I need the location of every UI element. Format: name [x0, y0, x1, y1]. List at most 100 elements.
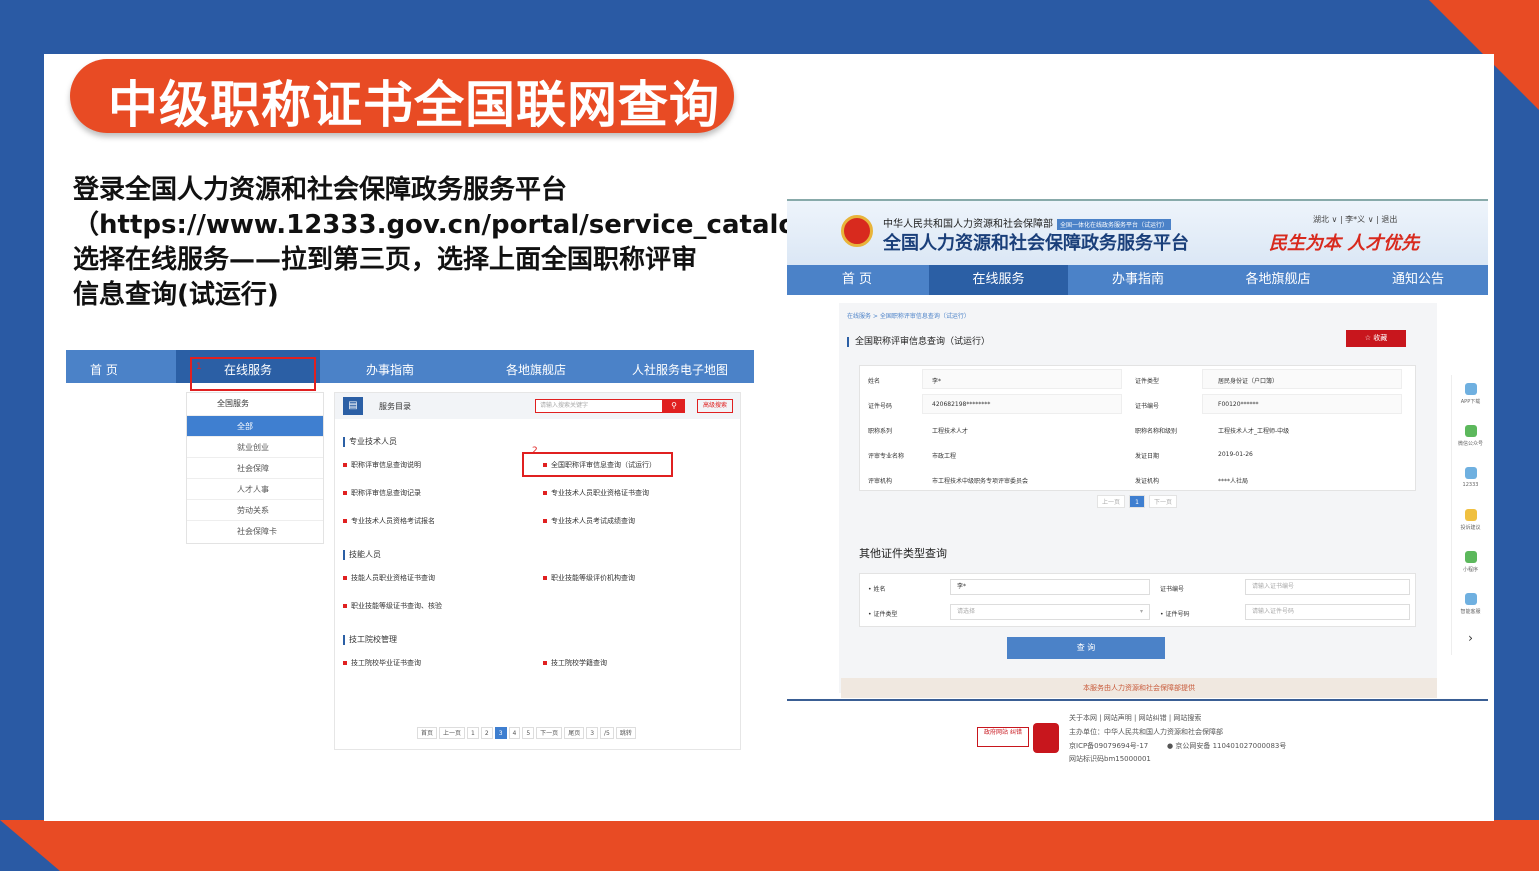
form-label: 证书编号 — [1160, 586, 1185, 593]
footer-icp[interactable]: 京ICP备09079694号-17 — [1069, 741, 1148, 751]
footer-links[interactable]: 关于本网 | 网站声明 | 网站纠错 | 网站搜索 — [1069, 713, 1201, 723]
service-note: 本服务由人力资源和社会保障部提供 — [841, 678, 1437, 698]
phone-icon — [1464, 383, 1477, 395]
breadcrumb[interactable]: 在线服务 > 全国职称评审信息查询（试运行） — [847, 311, 970, 320]
slogan: 民生为本 人才优先 — [1269, 233, 1420, 254]
right-screenshot: 中华人民共和国人力资源和社会保障部 全国一体化在线政务服务平台（试运行） 全国人力… — [787, 199, 1488, 764]
advanced-search-button[interactable]: 高级搜索 — [697, 399, 733, 413]
pager-page-current[interactable]: 3 — [494, 727, 507, 739]
cell-bg — [922, 369, 1122, 389]
wechat-tool[interactable]: 微信公众号 — [1452, 425, 1488, 447]
service-link[interactable]: 技工院校毕业证书查询 — [343, 658, 421, 668]
row-value: F00120****** — [1218, 401, 1259, 408]
query-button[interactable]: 查 询 — [1007, 637, 1165, 659]
service-link[interactable]: 技工院校学籍查询 — [543, 658, 607, 668]
nav-flagship[interactable]: 各地旗舰店 — [1208, 265, 1348, 295]
service-link[interactable]: 专业技术人员考试成绩查询 — [543, 516, 635, 526]
pager-jump-button[interactable]: 跳转 — [615, 727, 636, 739]
result-pager-current[interactable]: 1 — [1129, 495, 1145, 508]
service-link[interactable]: 专业技术人员职业资格证书查询 — [543, 488, 649, 498]
id-type-select[interactable]: 请选择 ▾ — [950, 604, 1150, 620]
cert-number-input[interactable]: 请输入证书编号 — [1245, 579, 1410, 595]
service-link[interactable]: 技能人员职业资格证书查询 — [343, 573, 435, 583]
chevron-right-icon[interactable]: › — [1452, 631, 1488, 645]
right-nav-bar: 首 页 在线服务 办事指南 各地旗舰店 通知公告 — [787, 265, 1488, 295]
favorite-label: 收藏 — [1373, 334, 1388, 342]
row-label: 职称系列 — [868, 428, 893, 435]
marker-1: 1 — [196, 362, 202, 372]
catalog-label: 服务目录 — [379, 402, 411, 411]
pager-last[interactable]: 尾页 — [564, 727, 585, 739]
miniprogram-icon — [1464, 551, 1477, 563]
nav-home[interactable]: 首 页 — [90, 350, 118, 383]
sidebar-item[interactable]: 人才人事 — [187, 478, 323, 499]
police-badge-icon — [1033, 723, 1059, 753]
pager-page[interactable]: 1 — [467, 727, 479, 739]
row-label: 证件号码 — [868, 403, 893, 410]
search-input[interactable]: 请输入搜索关键字 — [535, 399, 663, 413]
nav-home[interactable]: 首 页 — [787, 265, 927, 295]
nav-notice[interactable]: 通知公告 — [1348, 265, 1488, 295]
left-nav-bar: 首 页 在线服务 办事指南 各地旗舰店 人社服务电子地图 — [66, 350, 754, 383]
service-link[interactable]: 职称评审信息查询说明 — [343, 460, 421, 470]
feedback-tool[interactable]: 投诉建议 — [1452, 509, 1488, 531]
form-label: • 姓名 — [868, 586, 886, 593]
left-sidebar: 全国服务 全部 就业创业 社会保障 人才人事 劳动关系 社会保障卡 — [186, 392, 324, 544]
pager-jump-input[interactable]: 3 — [586, 727, 599, 739]
id-number-input[interactable]: 请输入证件号码 — [1245, 604, 1410, 620]
national-emblem-icon — [841, 215, 873, 247]
platform-title: 全国人力资源和社会保障政务服务平台 — [883, 233, 1189, 254]
sidebar-item-all[interactable]: 全部 — [187, 415, 323, 436]
result-pager-prev[interactable]: 上一页 — [1097, 495, 1125, 508]
pager-next[interactable]: 下一页 — [536, 727, 563, 739]
pager-page[interactable]: 5 — [522, 727, 535, 739]
nav-online-service[interactable]: 在线服务 — [929, 265, 1068, 295]
row-value: 工程技术人才_工程师-中级 — [1218, 428, 1290, 435]
name-input[interactable]: 李* — [950, 579, 1150, 595]
tool-label: 12333 — [1462, 482, 1479, 488]
gov-badge[interactable]: 政府网站 纠错 — [977, 727, 1029, 747]
tool-label: 投诉建议 — [1460, 525, 1481, 531]
id-type-placeholder: 请选择 — [957, 608, 976, 615]
pager-total: /5 — [600, 727, 614, 739]
support-tool[interactable]: 智能客服 — [1452, 593, 1488, 615]
sidebar-item[interactable]: 社会保障卡 — [187, 520, 323, 541]
site-footer: 政府网站 纠错 关于本网 | 网站声明 | 网站纠错 | 网站搜索 主办单位：中… — [787, 699, 1488, 764]
search-icon[interactable]: ⚲ — [663, 399, 685, 413]
nav-map[interactable]: 人社服务电子地图 — [632, 350, 728, 383]
pager-page[interactable]: 2 — [480, 727, 493, 739]
pager-page[interactable]: 4 — [508, 727, 521, 739]
favorite-button[interactable]: ☆ 收藏 — [1346, 330, 1406, 347]
pager-prev[interactable]: 上一页 — [439, 727, 466, 739]
desc-line: 登录全国人力资源和社会保障政务服务平台 — [73, 175, 568, 205]
nav-guide[interactable]: 办事指南 — [1068, 265, 1208, 295]
row-value: 市工程技术中级职务专项评审委员会 — [932, 478, 1029, 485]
hotline-icon — [1464, 467, 1477, 479]
sidebar-item[interactable]: 社会保障 — [187, 457, 323, 478]
nav-flagship[interactable]: 各地旗舰店 — [506, 350, 566, 383]
service-link[interactable]: 职称评审信息查询记录 — [343, 488, 421, 498]
sidebar-item[interactable]: 劳动关系 — [187, 499, 323, 520]
footer-police[interactable]: ● 京公网安备 110401027000083号 — [1167, 741, 1286, 751]
left-screenshot: 首 页 在线服务 办事指南 各地旗舰店 人社服务电子地图 1 全国服务 全部 就… — [66, 350, 754, 760]
miniprogram-tool[interactable]: 小程序 — [1452, 551, 1488, 573]
catalog-bar: ▤ 服务目录 请输入搜索关键字 ⚲ 高级搜索 — [335, 393, 740, 419]
app-download-tool[interactable]: APP下载 — [1452, 383, 1488, 405]
nav-guide[interactable]: 办事指南 — [366, 350, 414, 383]
side-toolbar: APP下载 微信公众号 12333 投诉建议 小程序 智能客服 › — [1451, 375, 1488, 655]
service-link[interactable]: 专业技术人员资格考试报名 — [343, 516, 435, 526]
catalog-icon: ▤ — [343, 397, 363, 415]
sub-heading: 其他证件类型查询 — [859, 547, 947, 560]
user-links[interactable]: 湖北 ∨ | 李*义 ∨ | 退出 — [1313, 214, 1397, 225]
hotline-tool[interactable]: 12333 — [1452, 467, 1488, 488]
result-table: 姓名 李* 证件类型 居民身份证（户口簿） 证件号码 420682198****… — [859, 365, 1416, 491]
pager-first[interactable]: 首页 — [417, 727, 438, 739]
wechat-icon — [1464, 425, 1477, 437]
row-value: 市政工程 — [932, 453, 957, 460]
service-link[interactable]: 职业技能等级证书查询、核验 — [343, 601, 442, 611]
result-pager-next[interactable]: 下一页 — [1149, 495, 1177, 508]
slide-title: 中级职称证书全国联网查询 — [108, 76, 720, 134]
query-panel: 在线服务 > 全国职称评审信息查询（试运行） 全国职称评审信息查询（试运行） ☆… — [839, 303, 1437, 693]
sidebar-item[interactable]: 就业创业 — [187, 436, 323, 457]
service-link[interactable]: 职业技能等级评价机构查询 — [543, 573, 635, 583]
